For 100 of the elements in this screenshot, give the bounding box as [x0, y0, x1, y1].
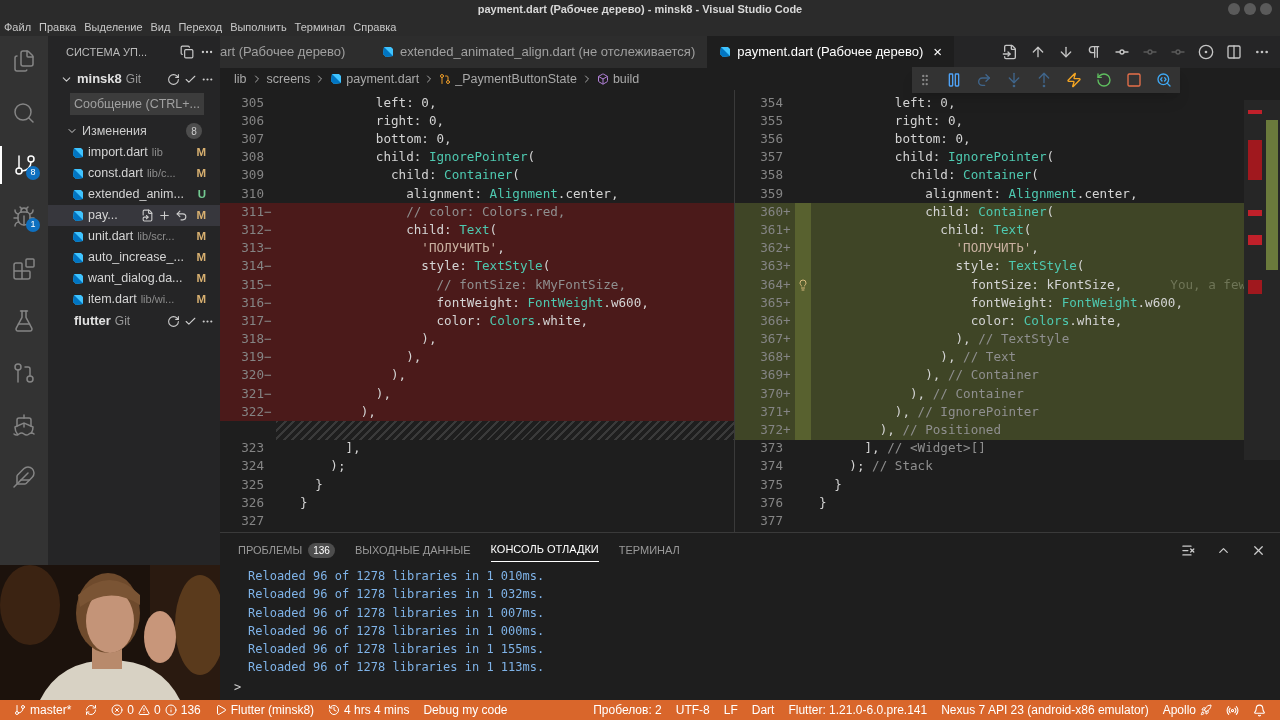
panel-tab[interactable]: ВЫХОДНЫЕ ДАННЫЕ [354, 538, 471, 562]
menu-item[interactable]: Выполнить [230, 18, 287, 36]
line-number: 357 [759, 148, 783, 167]
status-item[interactable]: Nexus 7 API 23 (android-x86 emulator) [941, 701, 1149, 719]
file-path: lib/wi... [140, 292, 175, 308]
close-tab-button[interactable]: × [933, 40, 943, 64]
panel-tab[interactable]: КОНСОЛЬ ОТЛАДКИ [490, 538, 599, 562]
stop-icon[interactable] [1126, 72, 1142, 88]
open-file-icon[interactable] [1002, 44, 1018, 60]
diff-sign: + [783, 366, 792, 385]
status-item[interactable]: Apollo [1162, 701, 1212, 719]
changed-file-item[interactable]: item.dart lib/wi... M [48, 289, 220, 310]
status-item[interactable] [1226, 703, 1239, 717]
status-item[interactable] [1253, 703, 1266, 717]
panel-tab[interactable]: ПРОБЛЕМЫ 136 [238, 538, 335, 562]
restart-icon[interactable] [1096, 72, 1112, 88]
code-line: bottom: 0, [374, 130, 452, 149]
changed-file-item[interactable]: pay... M [48, 205, 220, 226]
line-number: 362 [759, 239, 783, 258]
menu-item[interactable]: Файл [4, 18, 32, 36]
menu-item[interactable]: Переход [178, 18, 223, 36]
copy-icon[interactable] [180, 45, 194, 59]
lightning-icon[interactable] [1066, 72, 1082, 88]
window-title: payment.dart (Рабочее дерево) - minsk8 - Visual Studio Code [477, 1, 803, 17]
file-name: want_dialog.da... [88, 270, 183, 288]
line-number: 317 [240, 311, 264, 330]
breadcrumb-item[interactable]: screens [266, 69, 311, 89]
line-number: 322 [240, 402, 264, 421]
open-file-icon[interactable] [141, 209, 155, 222]
menu-item[interactable]: Вид [150, 18, 171, 36]
breadcrumb-item[interactable]: build [612, 69, 640, 89]
line-number: 320 [240, 366, 264, 385]
status-item[interactable]: Flutter (minsk8) [214, 701, 315, 719]
file-path: lib [151, 145, 163, 161]
file-icon [382, 46, 394, 58]
discard-icon[interactable] [175, 209, 189, 222]
line-number: 319 [240, 348, 264, 367]
commit-message-field[interactable]: Сообщение (CTRL+... [70, 93, 204, 115]
menu-item[interactable]: Терминал [294, 18, 346, 36]
changed-file-item[interactable]: want_dialog.da... M [48, 268, 220, 289]
pause-icon[interactable] [946, 72, 962, 88]
line-number: 369 [759, 366, 783, 385]
breadcrumb-item[interactable]: payment.dart [346, 69, 420, 89]
changed-file-item[interactable]: extended_anim... U [48, 184, 220, 205]
status-item[interactable]: UTF-8 [675, 701, 710, 719]
line-number: 308 [240, 148, 264, 167]
changed-file-item[interactable]: auto_increase_... M [48, 247, 220, 268]
status-letter: M [196, 270, 206, 286]
code-line: ), // TextStyle [954, 330, 1070, 349]
status-letter: M [196, 165, 206, 181]
pilcrow-icon[interactable] [1086, 44, 1102, 60]
changed-file-item[interactable]: const.dart lib/c... M [48, 163, 220, 184]
circle-dot-icon[interactable] [1198, 44, 1214, 60]
code-line: ), // Positioned [878, 421, 1001, 440]
status-item[interactable]: LF [723, 701, 738, 719]
editor-tab[interactable]: art (Рабочее дерево) [220, 36, 370, 68]
status-letter: M [196, 144, 206, 160]
repository-name[interactable]: minsk8 [77, 69, 122, 89]
refresh-icon[interactable] [167, 72, 180, 86]
status-item[interactable]: Dart [751, 701, 775, 719]
code-line: 'ПОЛУЧИТЬ', [420, 239, 505, 258]
console-prompt[interactable]: > [234, 677, 1280, 696]
status-item[interactable]: 4 hrs 4 mins [328, 701, 410, 719]
activity-bar-item[interactable]: 1 [0, 198, 48, 236]
changed-file-item[interactable]: unit.dart lib/scr... M [48, 226, 220, 247]
status-item[interactable] [85, 704, 98, 716]
status-item[interactable]: Flutter: 1.21.0-6.0.pre.141 [788, 701, 928, 719]
menu-item[interactable]: Правка [39, 18, 77, 36]
repository-name[interactable]: flutter [74, 311, 111, 331]
status-item[interactable]: master* [14, 701, 72, 719]
search-code-icon[interactable] [1156, 72, 1172, 88]
line-number: 309 [240, 166, 264, 185]
stage-icon[interactable] [158, 209, 172, 222]
menu-item[interactable]: Справка [353, 18, 397, 36]
error-icon [111, 704, 124, 716]
file-path: lib/c... [146, 166, 176, 182]
editor-tab[interactable]: extended_animated_align.dart (не отслеживается) [370, 36, 708, 68]
clear-console-icon[interactable] [1181, 542, 1196, 558]
breadcrumb-item[interactable]: lib [234, 69, 247, 89]
status-item[interactable]: Пробелов: 2 [593, 701, 662, 719]
status-item[interactable]: Debug my code [423, 701, 508, 719]
breadcrumb-item[interactable]: _PaymentButtonState [455, 69, 577, 89]
code-line: } [833, 475, 842, 494]
rocket-icon [1200, 704, 1212, 716]
menu-item[interactable]: Выделение [84, 18, 143, 36]
editor-tab[interactable]: payment.dart (Рабочее дерево) × [707, 36, 955, 68]
diff-sign: + [783, 293, 792, 312]
group-label[interactable]: Изменения [82, 121, 182, 141]
file-name: const.dart [88, 165, 143, 183]
line-number: 370 [759, 384, 783, 403]
refresh-icon[interactable] [167, 314, 180, 328]
changed-file-item[interactable]: import.dart lib M [48, 142, 220, 163]
repository-type: Git [114, 313, 132, 330]
console-line: Reloaded 96 of 1278 libraries in 1 155ms. [248, 641, 546, 659]
panel-tab[interactable]: ТЕРМИНАЛ [618, 538, 680, 562]
status-item[interactable]: 0 0 136 [111, 701, 201, 719]
diff-sign: + [783, 402, 792, 421]
line-number: 365 [759, 293, 783, 312]
split-editor-icon[interactable] [1226, 44, 1242, 60]
lightbulb-icon[interactable] [797, 278, 809, 291]
